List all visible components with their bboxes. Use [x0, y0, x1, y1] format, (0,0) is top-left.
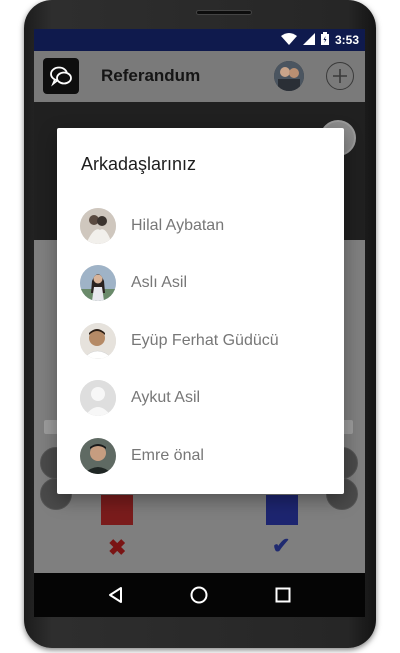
friend-item[interactable]: Hilal Aybatan: [57, 197, 344, 255]
friend-avatar: [80, 437, 116, 474]
status-bar: 3:53: [34, 29, 365, 51]
profile-avatar[interactable]: [274, 61, 304, 91]
chat-bubbles-icon[interactable]: [43, 58, 79, 94]
friend-item[interactable]: Eyüp Ferhat Güdücü: [57, 312, 344, 370]
friend-item[interactable]: Aslı Asil: [57, 255, 344, 313]
friend-name: Emre önal: [131, 446, 204, 464]
friend-name: Aykut Asil: [131, 389, 201, 407]
earpiece-speaker: [196, 10, 252, 15]
app-title: Referandum: [101, 66, 201, 85]
wifi-icon: [280, 32, 297, 48]
app-bar: Referandum: [34, 51, 365, 102]
recents-square-icon[interactable]: [268, 580, 298, 610]
friend-item[interactable]: Emre önal: [57, 427, 344, 485]
default-avatar-icon: [80, 380, 116, 417]
friend-name: Hilal Aybatan: [131, 216, 225, 234]
friend-avatar: [80, 207, 116, 244]
navigation-bar: [34, 573, 365, 617]
friends-dialog: Arkadaşlarınız Hilal Aybatan Aslı Asil E…: [57, 128, 344, 494]
back-triangle-icon[interactable]: [101, 580, 131, 610]
friend-name: Eyüp Ferhat Güdücü: [131, 331, 279, 349]
friend-avatar: [80, 322, 116, 359]
plus-icon[interactable]: [326, 62, 354, 90]
x-icon[interactable]: ✖: [108, 535, 126, 561]
reject-vote-bar: [101, 495, 133, 525]
approve-vote-bar: [266, 495, 298, 525]
battery-icon: [320, 32, 329, 48]
friend-name: Aslı Asil: [131, 274, 188, 292]
home-circle-icon[interactable]: [184, 580, 214, 610]
status-time: 3:53: [334, 33, 359, 47]
dialog-title: Arkadaşlarınız: [81, 154, 197, 174]
cell-signal-icon: [302, 32, 315, 48]
friend-list: Hilal Aybatan Aslı Asil Eyüp Ferhat Güdü…: [57, 197, 344, 485]
friend-item[interactable]: Aykut Asil: [57, 370, 344, 428]
check-icon[interactable]: ✔: [272, 533, 290, 559]
dimmed-label-left: [44, 420, 58, 434]
friend-avatar: [80, 265, 116, 302]
